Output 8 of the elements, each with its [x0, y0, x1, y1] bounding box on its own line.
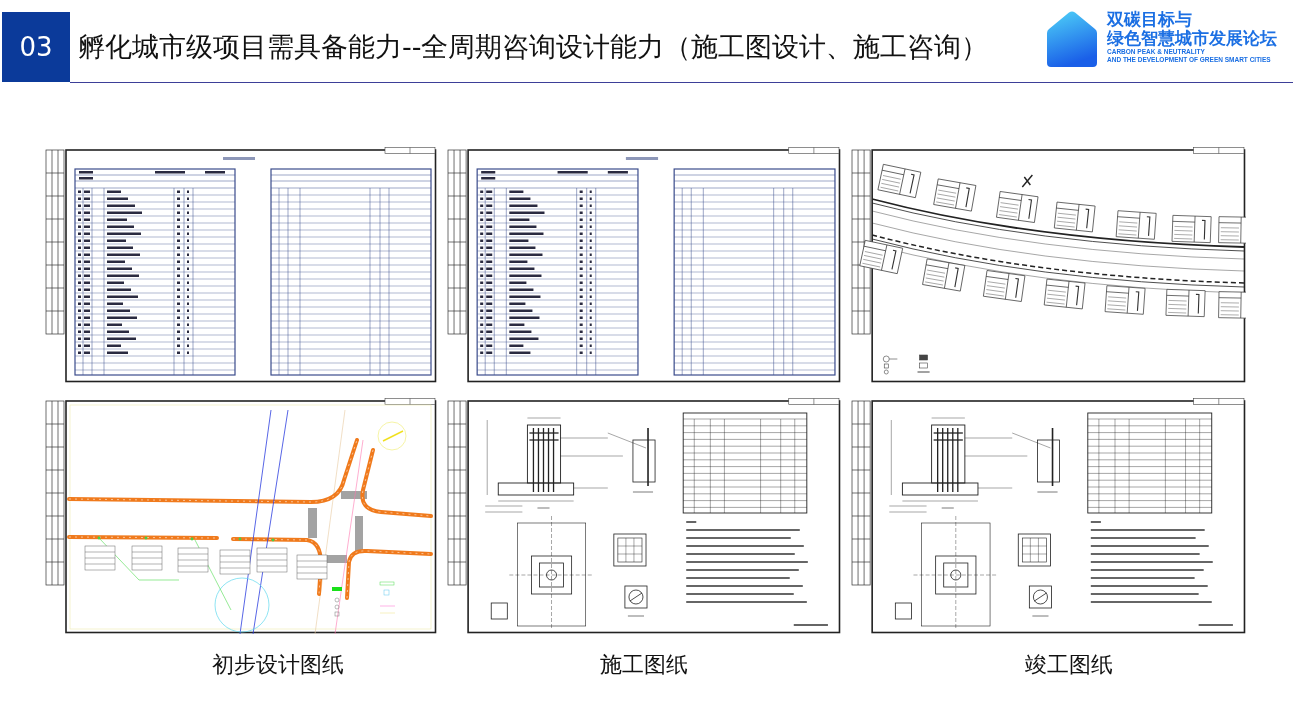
house-icon [1047, 11, 1097, 67]
figure-caption: 初步设计图纸 [212, 651, 344, 679]
figure-caption: 施工图纸 [600, 651, 688, 679]
logo-title: 绿色智慧城市发展论坛 [1107, 29, 1277, 48]
logo-title: 双碳目标与 [1107, 10, 1192, 29]
section-number: 03 [2, 12, 70, 82]
figure-caption: 竣工图纸 [1024, 651, 1113, 679]
slide-title: 孵化城市级项目需具备能力--全周期咨询设计能力（施工图设计、施工咨询） [78, 30, 989, 64]
